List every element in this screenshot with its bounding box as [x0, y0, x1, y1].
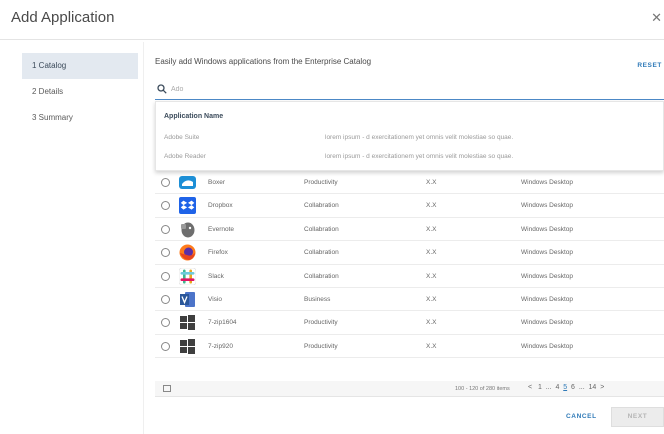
- search-icon: [157, 84, 167, 94]
- app-platform: Windows Desktop: [521, 249, 574, 257]
- search-bar: [155, 80, 664, 100]
- app-platform: Windows Desktop: [521, 202, 574, 210]
- table-row[interactable]: Slack Collabration X.X Windows Desktop: [155, 265, 664, 288]
- app-category: Business: [304, 295, 331, 303]
- app-name: Slack: [208, 272, 224, 280]
- table-row[interactable]: Visio Business X.X Windows Desktop: [155, 288, 664, 312]
- pagination: < 1 ... 4 5 6 ... 14 >: [528, 384, 604, 391]
- app-platform: Windows Desktop: [521, 179, 574, 186]
- app-name: Dropbox: [208, 202, 233, 210]
- app-version: X.X: [426, 272, 437, 280]
- suggestion-item[interactable]: Adobe Reader lorem ipsum - d exercitatio…: [156, 150, 664, 166]
- table-row[interactable]: Boxer Productivity X.X Windows Desktop: [155, 171, 664, 195]
- app-category: Collabration: [304, 249, 339, 257]
- step-summary[interactable]: 3 Summary: [22, 105, 138, 131]
- suggestion-name: Adobe Reader: [164, 153, 206, 160]
- step-catalog[interactable]: 1 Catalog: [22, 53, 138, 79]
- app-version: X.X: [426, 225, 437, 233]
- column-toggle-icon[interactable]: [163, 385, 171, 392]
- visio-icon: [180, 291, 195, 307]
- app-platform: Windows Desktop: [521, 295, 574, 303]
- app-version: X.X: [426, 342, 437, 350]
- panel-divider: [143, 42, 144, 434]
- dialog-title: Add Application: [11, 9, 115, 26]
- table-footer: 100 - 120 of 280 items < 1 ... 4 5 6 ...…: [155, 381, 664, 397]
- row-radio[interactable]: [161, 341, 170, 351]
- app-version: X.X: [426, 179, 437, 186]
- table-row[interactable]: Firefox Collabration X.X Windows Desktop: [155, 241, 664, 265]
- table-row[interactable]: 7-zip920 Productivity X.X Windows Deskto…: [155, 335, 664, 359]
- app-platform: Windows Desktop: [521, 319, 574, 327]
- prev-page-button[interactable]: <: [528, 384, 532, 391]
- app-category: Collabration: [304, 225, 339, 233]
- items-count: 100 - 120 of 280 items: [455, 386, 510, 392]
- page-links-after[interactable]: 6 ... 14: [571, 384, 596, 391]
- table-row[interactable]: Evernote Collabration X.X Windows Deskto…: [155, 218, 664, 242]
- wizard-stepper: 1 Catalog 2 Details 3 Summary: [22, 53, 138, 131]
- search-suggestions: Application Name Adobe Suite lorem ipsum…: [155, 101, 664, 171]
- app-version: X.X: [426, 319, 437, 327]
- app-version: X.X: [426, 202, 437, 210]
- app-category: Collabration: [304, 202, 339, 210]
- app-category: Productivity: [304, 179, 338, 186]
- windows-icon: [180, 315, 195, 331]
- row-radio[interactable]: [161, 201, 170, 211]
- step-details[interactable]: 2 Details: [22, 79, 138, 105]
- row-radio[interactable]: [161, 318, 170, 328]
- row-radio[interactable]: [161, 248, 170, 258]
- close-icon[interactable]: ✕: [651, 10, 662, 26]
- intro-text: Easily add Windows applications from the…: [155, 57, 372, 66]
- row-radio[interactable]: [161, 224, 170, 234]
- app-table: Boxer Productivity X.X Windows Desktop D…: [155, 171, 664, 359]
- table-row[interactable]: 7-zip1604 Productivity X.X Windows Deskt…: [155, 311, 664, 335]
- boxer-icon: [179, 176, 196, 189]
- suggestion-description: lorem ipsum - d exercitationem yet omnis…: [325, 153, 514, 160]
- page-links-before[interactable]: 1 ... 4: [538, 384, 559, 391]
- app-version: X.X: [426, 249, 437, 257]
- app-name: Firefox: [208, 249, 228, 257]
- app-name: Boxer: [208, 179, 225, 186]
- firefox-icon: [179, 244, 196, 261]
- table-row[interactable]: Dropbox Collabration X.X Windows Desktop: [155, 194, 664, 218]
- suggestion-item[interactable]: Adobe Suite lorem ipsum - d exercitation…: [156, 131, 664, 147]
- suggestion-header: Application Name: [164, 113, 224, 120]
- row-radio[interactable]: [161, 178, 170, 187]
- suggestion-name: Adobe Suite: [164, 134, 200, 141]
- windows-icon: [180, 338, 195, 354]
- cancel-button[interactable]: CANCEL: [566, 413, 597, 420]
- app-name: 7-zip1604: [208, 319, 237, 327]
- reset-button[interactable]: RESET: [637, 62, 662, 69]
- app-name: Evernote: [208, 225, 235, 233]
- search-input[interactable]: [171, 83, 471, 96]
- app-version: X.X: [426, 295, 437, 303]
- evernote-icon: [181, 222, 195, 238]
- slack-icon: [179, 267, 196, 285]
- app-category: Collabration: [304, 272, 339, 280]
- app-category: Productivity: [304, 319, 338, 327]
- app-platform: Windows Desktop: [521, 225, 574, 233]
- dropbox-icon: [179, 197, 196, 215]
- app-name: Visio: [208, 295, 222, 303]
- suggestion-description: lorem ipsum - d exercitationem yet omnis…: [325, 134, 514, 141]
- app-platform: Windows Desktop: [521, 342, 574, 350]
- row-radio[interactable]: [161, 294, 170, 304]
- row-radio[interactable]: [161, 271, 170, 281]
- dialog-header: Add Application ✕: [0, 0, 664, 40]
- app-category: Productivity: [304, 342, 338, 350]
- app-name: 7-zip920: [208, 342, 233, 350]
- next-page-button[interactable]: >: [600, 384, 604, 391]
- next-button[interactable]: NEXT: [611, 407, 664, 427]
- current-page[interactable]: 5: [563, 384, 567, 391]
- app-platform: Windows Desktop: [521, 272, 574, 280]
